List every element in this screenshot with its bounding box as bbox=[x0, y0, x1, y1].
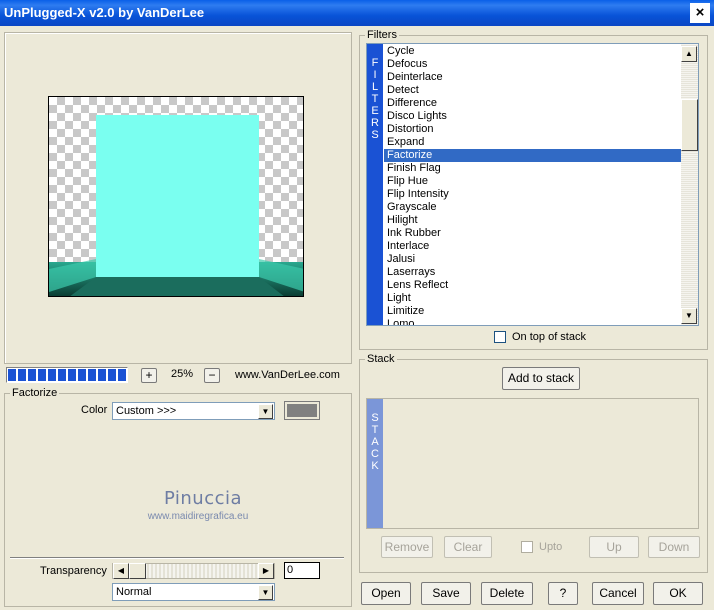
filters-scrollbar[interactable]: ▲ ▼ bbox=[681, 44, 698, 325]
up-button[interactable]: Up bbox=[589, 536, 639, 558]
on-top-label: On top of stack bbox=[512, 331, 586, 343]
watermark-name: Pinuccia bbox=[163, 488, 243, 509]
website-link[interactable]: www.VanDerLee.com bbox=[235, 369, 340, 381]
transparency-input[interactable]: 0 bbox=[284, 562, 320, 579]
slider-right-button[interactable]: ▶ bbox=[258, 563, 274, 579]
filter-item[interactable]: Hilight bbox=[384, 214, 681, 227]
filter-item[interactable]: Distortion bbox=[384, 123, 681, 136]
chevron-down-icon: ▼ bbox=[258, 404, 273, 419]
down-button[interactable]: Down bbox=[648, 536, 700, 558]
filter-item[interactable]: Detect bbox=[384, 84, 681, 97]
filter-item[interactable]: Light bbox=[384, 292, 681, 305]
chevron-down-icon: ▼ bbox=[258, 585, 273, 600]
filter-item[interactable]: Laserrays bbox=[384, 266, 681, 279]
color-swatch bbox=[287, 404, 317, 417]
separator bbox=[10, 557, 344, 559]
zoom-level: 25% bbox=[170, 368, 194, 380]
filter-item[interactable]: Flip Hue bbox=[384, 175, 681, 188]
zoom-out-button[interactable]: − bbox=[204, 368, 220, 383]
filter-item[interactable]: Disco Lights bbox=[384, 110, 681, 123]
ok-button[interactable]: OK bbox=[653, 582, 703, 605]
close-icon: × bbox=[695, 4, 705, 21]
stack-vertical-label: STACK bbox=[367, 399, 383, 528]
stack-list[interactable]: STACK bbox=[366, 398, 699, 529]
filter-item[interactable]: Grayscale bbox=[384, 201, 681, 214]
filter-item[interactable]: Deinterlace bbox=[384, 71, 681, 84]
add-to-stack-button[interactable]: Add to stack bbox=[502, 367, 580, 390]
upto-label: Upto bbox=[539, 541, 563, 553]
color-select-value: Custom >>> bbox=[116, 405, 177, 417]
save-button[interactable]: Save bbox=[421, 582, 471, 605]
filter-item[interactable]: Expand bbox=[384, 136, 681, 149]
delete-button[interactable]: Delete bbox=[481, 582, 533, 605]
scroll-down-button[interactable]: ▼ bbox=[681, 308, 697, 324]
filter-item[interactable]: Difference bbox=[384, 97, 681, 110]
stack-group-label: Stack bbox=[365, 353, 397, 365]
filter-item[interactable]: Limitize bbox=[384, 305, 681, 318]
filter-item[interactable]: Finish Flag bbox=[384, 162, 681, 175]
filter-item[interactable]: Interlace bbox=[384, 240, 681, 253]
preview-graphic bbox=[49, 115, 303, 296]
color-swatch-button[interactable] bbox=[284, 401, 320, 420]
on-top-checkbox[interactable] bbox=[494, 331, 506, 343]
close-button[interactable]: × bbox=[690, 3, 710, 23]
blend-mode-select[interactable]: Normal ▼ bbox=[112, 583, 275, 601]
filter-item[interactable]: Cycle bbox=[384, 45, 681, 58]
color-label: Color bbox=[81, 404, 108, 416]
slider-thumb[interactable] bbox=[129, 563, 146, 579]
cancel-button[interactable]: Cancel bbox=[592, 582, 644, 605]
factorize-group-label: Factorize bbox=[10, 387, 60, 399]
filters-list[interactable]: FILTERS Cycle Defocus Deinterlace Detect… bbox=[366, 43, 699, 326]
preview-image[interactable] bbox=[48, 96, 304, 297]
upto-checkbox[interactable] bbox=[521, 541, 533, 553]
filter-item[interactable]: Jalusi bbox=[384, 253, 681, 266]
filter-item[interactable]: Defocus bbox=[384, 58, 681, 71]
watermark-url: www.maidiregrafica.eu bbox=[147, 511, 249, 522]
scroll-up-button[interactable]: ▲ bbox=[681, 46, 697, 62]
slider-left-button[interactable]: ◀ bbox=[113, 563, 129, 579]
remove-button[interactable]: Remove bbox=[381, 536, 433, 558]
open-button[interactable]: Open bbox=[361, 582, 411, 605]
blend-mode-value: Normal bbox=[116, 586, 152, 598]
clear-button[interactable]: Clear bbox=[444, 536, 492, 558]
filter-item[interactable]: Flip Intensity bbox=[384, 188, 681, 201]
help-button[interactable]: ? bbox=[548, 582, 578, 605]
filter-item[interactable]: Lomo bbox=[384, 318, 681, 325]
filter-item[interactable]: Ink Rubber bbox=[384, 227, 681, 240]
transparency-label: Transparency bbox=[40, 565, 107, 577]
transparency-slider[interactable]: ◀ ▶ bbox=[112, 563, 275, 579]
filter-item-selected[interactable]: Factorize bbox=[384, 149, 681, 162]
color-select[interactable]: Custom >>> ▼ bbox=[112, 402, 275, 420]
window-title: UnPlugged-X v2.0 by VanDerLee bbox=[4, 5, 205, 20]
filters-group-label: Filters bbox=[365, 29, 399, 41]
filters-vertical-label: FILTERS bbox=[367, 44, 383, 325]
filter-item[interactable]: Lens Reflect bbox=[384, 279, 681, 292]
progress-bar bbox=[6, 367, 128, 383]
scroll-thumb[interactable] bbox=[681, 99, 698, 151]
zoom-in-button[interactable]: + bbox=[141, 368, 157, 383]
